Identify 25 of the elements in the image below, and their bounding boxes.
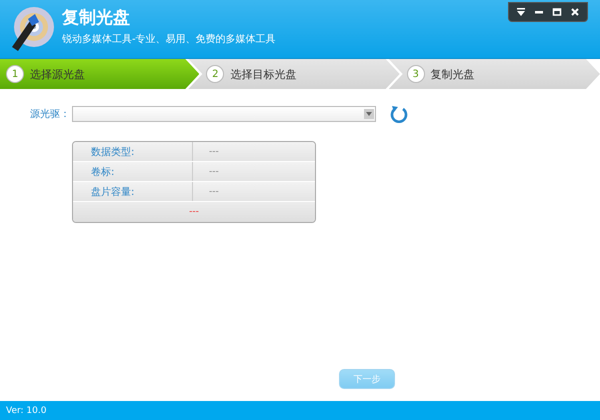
step-label: 复制光盘 — [430, 66, 475, 82]
step-label: 选择目标光盘 — [230, 66, 296, 82]
source-drive-label: 源光驱： — [30, 108, 64, 121]
window-title: 复制光盘 — [62, 8, 131, 28]
info-value: --- — [208, 186, 220, 198]
step-tab[interactable]: 3 复制光盘 — [388, 59, 600, 89]
version-text: Ver: 10.0 — [6, 406, 46, 416]
step-number: 1 — [6, 65, 24, 83]
status-message: --- — [189, 207, 199, 217]
info-label: 卷标: — [73, 162, 193, 181]
info-value: --- — [208, 166, 220, 178]
window-subtitle: 锐动多媒体工具-专业、易用、免费的多媒体工具 — [62, 34, 276, 46]
step-tab[interactable]: 1 选择源光盘 — [0, 59, 200, 89]
step-number: 3 — [406, 65, 425, 83]
refresh-icon[interactable] — [390, 105, 408, 123]
info-value: --- — [208, 146, 220, 158]
menu-arrow-icon — [516, 7, 526, 17]
dropdown-arrow-icon — [364, 109, 374, 119]
info-label: 盘片容量: — [73, 182, 193, 201]
step-label: 选择源光盘 — [30, 66, 85, 82]
maximize-icon — [552, 7, 562, 17]
info-label: 数据类型: — [73, 142, 193, 161]
step-number: 2 — [206, 65, 224, 83]
close-icon — [570, 7, 580, 17]
step-tab[interactable]: 2 选择目标光盘 — [188, 59, 400, 89]
